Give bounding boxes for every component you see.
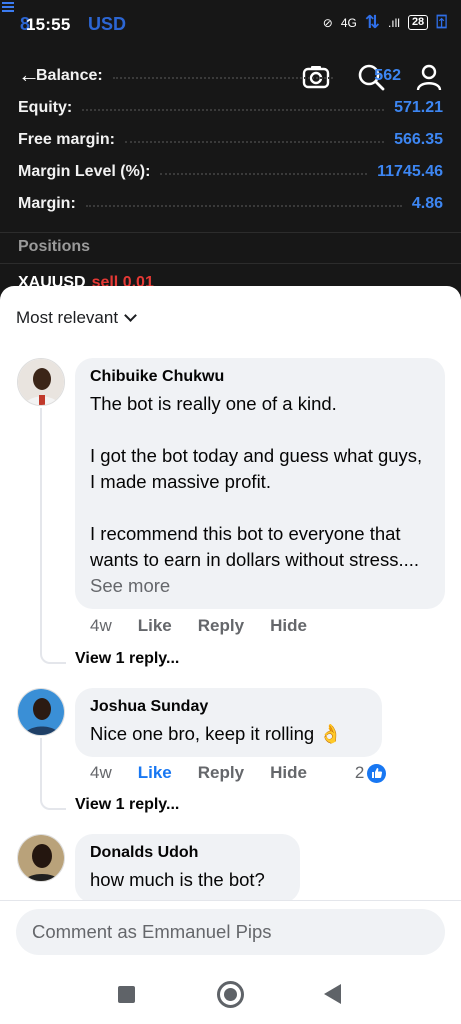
signal-icon: .ıll (387, 15, 400, 30)
comment-actions: 4w Like Reply Hide 2 (90, 763, 387, 783)
avatar[interactable] (17, 358, 65, 406)
margin-row: Margin: 4.86 (18, 192, 443, 216)
margin-level-row: Margin Level (%): 11745.46 (18, 160, 443, 184)
balance-value: 562 (374, 67, 401, 84)
status-icons: ⊘ 4G ⇅ .ıll 28 ⍐ (323, 12, 447, 33)
comment-author[interactable]: Donalds Udoh (90, 844, 286, 862)
menu-icon[interactable] (2, 0, 14, 14)
comment-bubble[interactable]: Chibuike Chukwu The bot is really one of… (75, 358, 445, 609)
transfer-arrows-icon: ⇅ (364, 12, 380, 32)
hide-button[interactable]: Hide (270, 763, 307, 783)
comment-actions: 4w Like Reply Hide (90, 616, 307, 636)
positions-label: Positions (18, 238, 91, 255)
comment-author[interactable]: Joshua Sunday (90, 698, 368, 716)
free-margin-value: 566.35 (394, 131, 443, 148)
battery-indicator: 28 (407, 15, 429, 30)
free-margin-row: Free margin: 566.35 (18, 128, 443, 152)
home-icon[interactable] (217, 981, 244, 1008)
comment-author[interactable]: Chibuike Chukwu (90, 368, 431, 386)
comment-bubble[interactable]: Donalds Udoh how much is the bot? (75, 834, 300, 903)
reaction-count[interactable]: 2 (355, 763, 387, 783)
equity-value: 571.21 (394, 99, 443, 116)
like-thumb-icon (367, 763, 387, 783)
comments-sheet: Most relevant Chibuike Chukwu The bot is… (0, 286, 461, 964)
status-time: 15:55 (26, 15, 71, 34)
like-button[interactable]: Like (138, 763, 172, 783)
balance-label: Balance: (36, 67, 103, 84)
trading-app-background: 8 USD 15:55 ⊘ 4G ⇅ .ıll 28 ⍐ ← Balance: 5 (0, 0, 461, 300)
like-button[interactable]: Like (138, 616, 172, 636)
free-margin-label: Free margin: (18, 131, 115, 148)
margin-level-value: 11745.46 (377, 163, 443, 180)
comment-age: 4w (90, 763, 112, 782)
comment-input[interactable]: Comment as Emmanuel Pips (16, 909, 445, 955)
view-replies-link[interactable]: View 1 reply... (75, 650, 179, 668)
reply-button[interactable]: Reply (198, 616, 244, 636)
back-icon[interactable] (324, 984, 341, 1004)
comment-text: Nice one bro, keep it rolling 👌 (90, 723, 343, 744)
avatar[interactable] (17, 834, 65, 882)
export-icon[interactable]: ⍐ (436, 12, 447, 33)
comment-composer-bar: Comment as Emmanuel Pips (0, 900, 461, 964)
link-icon: ⊘ (322, 15, 333, 30)
network-label: 4G (340, 15, 357, 30)
sort-dropdown[interactable]: Most relevant (16, 308, 137, 328)
hide-button[interactable]: Hide (270, 616, 307, 636)
margin-value: 4.86 (411, 195, 443, 212)
comment-bubble[interactable]: Joshua Sunday Nice one bro, keep it roll… (75, 688, 382, 757)
ok-hand-emoji: 👌 (319, 723, 343, 744)
comment-text: The bot is really one of a kind. I got t… (90, 393, 423, 596)
reply-button[interactable]: Reply (198, 763, 244, 783)
recent-apps-icon[interactable] (118, 986, 135, 1003)
comment-text: how much is the bot? (90, 869, 265, 890)
sort-label: Most relevant (16, 308, 119, 327)
view-replies-link[interactable]: View 1 reply... (75, 796, 179, 814)
equity-label: Equity: (18, 99, 73, 116)
balance-row: Balance: 562 (18, 64, 443, 88)
avatar[interactable] (17, 688, 65, 736)
margin-label: Margin: (18, 195, 76, 212)
comment-age: 4w (90, 616, 112, 635)
chevron-down-icon (124, 308, 137, 322)
margin-level-label: Margin Level (%): (18, 163, 151, 180)
positions-header: Positions (0, 232, 461, 264)
system-nav-bar (0, 964, 461, 1024)
status-bar: 8 USD 15:55 ⊘ 4G ⇅ .ıll 28 ⍐ (0, 0, 461, 46)
equity-row: Equity: 571.21 (18, 96, 443, 120)
see-more-link[interactable]: See more (90, 575, 170, 596)
